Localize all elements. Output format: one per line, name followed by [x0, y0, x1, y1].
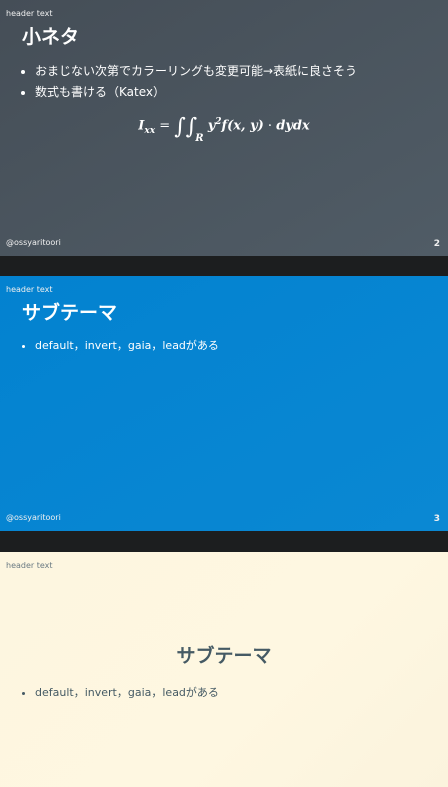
slide-header: header text — [6, 285, 53, 294]
formula-lhs-subscript: xx — [144, 125, 156, 136]
slide-footer: @ossyaritoori — [6, 238, 61, 247]
slide-3-subtheme-gaia[interactable]: header text サブテーマ default，invert，gaia，le… — [0, 276, 448, 531]
slide-deck: header text 小ネタ おまじない次第でカラーリングも変更可能→表紙に良… — [0, 0, 448, 787]
slide-2-small-tips[interactable]: header text 小ネタ おまじない次第でカラーリングも変更可能→表紙に良… — [0, 0, 448, 256]
slide-footer: @ossyaritoori — [6, 513, 61, 522]
slide-header: header text — [6, 9, 53, 18]
bullet-list: default，invert，gaia，leadがある — [22, 683, 219, 703]
formula-differential: dydx — [276, 118, 310, 134]
bullet-item: 数式も書ける（Katex） — [35, 82, 357, 103]
page-number: 2 — [433, 239, 440, 249]
slide-4-subtheme-lead[interactable]: header text サブテーマ default，invert，gaia，le… — [0, 552, 448, 787]
slide-title: サブテーマ — [22, 302, 118, 324]
formula-function: f(x, y) — [221, 118, 264, 134]
formula-integral: ∫∫ — [174, 114, 198, 140]
formula-equals: = — [159, 118, 171, 134]
bullet-item: default，invert，gaia，leadがある — [35, 336, 219, 356]
bullet-item: default，invert，gaia，leadがある — [35, 683, 219, 703]
slide-title: 小ネタ — [22, 26, 80, 48]
bullet-list: おまじない次第でカラーリングも変更可能→表紙に良さそう 数式も書ける（Katex… — [22, 61, 357, 103]
formula-region: R — [195, 133, 204, 145]
formula-dot: · — [267, 118, 273, 134]
slide-title: サブテーマ — [176, 645, 272, 667]
page-number: 3 — [433, 514, 440, 524]
slide-header: header text — [6, 561, 53, 570]
bullet-list: default，invert，gaia，leadがある — [22, 336, 219, 356]
katex-formula: Ixx = ∫∫R y2f(x, y) · dydx — [0, 107, 448, 154]
bullet-item: おまじない次第でカラーリングも変更可能→表紙に良さそう — [35, 61, 357, 82]
